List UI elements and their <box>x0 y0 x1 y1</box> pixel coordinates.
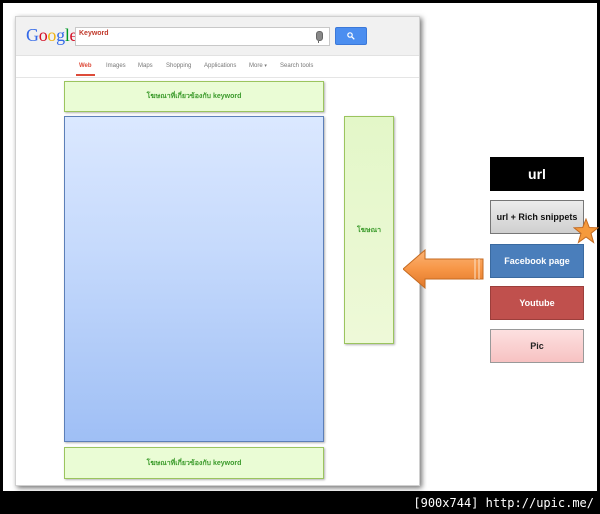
legend-youtube: Youtube <box>490 286 584 320</box>
left-arrow-icon <box>403 249 484 289</box>
legend-youtube-label: Youtube <box>519 298 555 308</box>
legend-facebook-label: Facebook page <box>504 256 570 266</box>
search-button[interactable] <box>335 27 367 45</box>
microphone-icon[interactable] <box>316 31 323 43</box>
search-header: Google Keyword <box>16 17 419 56</box>
tabs-divider <box>16 77 419 78</box>
legend-url-label: url <box>528 166 546 182</box>
legend-facebook: Facebook page <box>490 244 584 278</box>
tab-shopping[interactable]: Shopping <box>166 63 191 69</box>
organic-results-area[interactable] <box>64 116 324 442</box>
tab-images[interactable]: Images <box>106 63 126 69</box>
tab-search-tools[interactable]: Search tools <box>280 63 313 69</box>
star-icon <box>573 218 599 244</box>
legend-rich-snippets-label: url + Rich snippets <box>496 212 578 222</box>
side-ad-label: โฆษณา <box>357 226 381 234</box>
tab-more[interactable]: More <box>249 63 263 69</box>
top-ad-box[interactable]: โฆษณาที่เกี่ยวข้องกับ keyword <box>64 81 324 112</box>
tab-more-wrap[interactable]: More ▾ <box>249 63 267 69</box>
legend-rich-snippets: url + Rich snippets <box>490 200 584 234</box>
legend-url: url <box>490 157 584 191</box>
search-query-text: Keyword <box>79 30 109 37</box>
search-input[interactable]: Keyword <box>75 27 330 46</box>
caret-down-icon: ▾ <box>264 63 267 69</box>
legend-pic-label: Pic <box>530 341 544 351</box>
search-icon <box>347 32 355 40</box>
search-tabs: Web Images Maps Shopping Applications Mo… <box>16 61 419 77</box>
tab-maps[interactable]: Maps <box>138 63 153 69</box>
google-logo[interactable]: Google <box>26 25 78 46</box>
bottom-ad-box[interactable]: โฆษณาที่เกี่ยวข้องกับ keyword <box>64 447 324 479</box>
google-results-mockup: Google Keyword Web Images Maps Shopping … <box>15 16 420 486</box>
slide-canvas: Google Keyword Web Images Maps Shopping … <box>3 3 599 491</box>
top-ad-label: โฆษณาที่เกี่ยวข้องกับ keyword <box>146 93 242 100</box>
side-ad-box[interactable]: โฆษณา <box>344 116 394 344</box>
upic-footer: [900x744] http://upic.me/ <box>413 496 594 510</box>
legend-pic: Pic <box>490 329 584 363</box>
tab-web[interactable]: Web <box>76 63 95 76</box>
tab-applications[interactable]: Applications <box>204 63 236 69</box>
bottom-ad-label: โฆษณาที่เกี่ยวข้องกับ keyword <box>146 459 242 467</box>
